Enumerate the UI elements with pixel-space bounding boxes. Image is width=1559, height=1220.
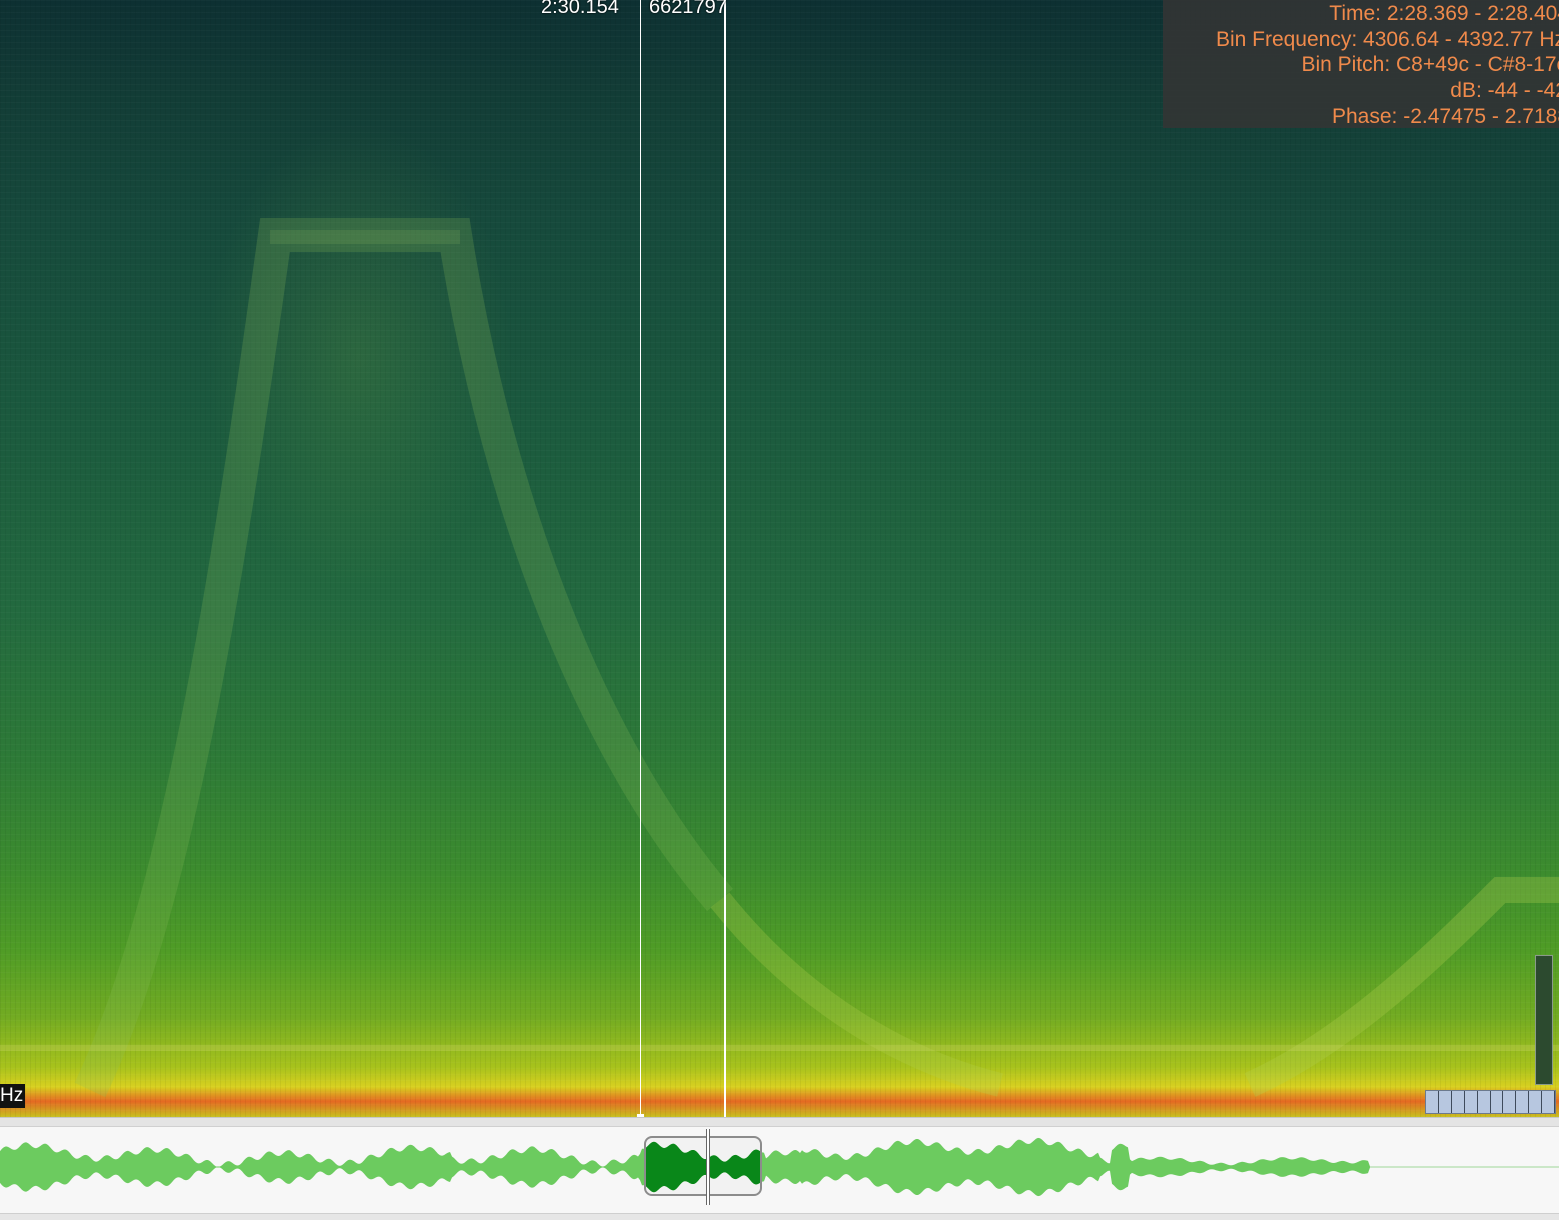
overview-scroll-track[interactable] bbox=[0, 1213, 1559, 1220]
zoom-scale-tick bbox=[1529, 1091, 1543, 1113]
info-db: dB: -44 - -42 bbox=[1450, 79, 1559, 102]
spectrogram-view[interactable]: 2:30.154 6621797 Time: 2:28.369 - 2:28.4… bbox=[0, 0, 1559, 1117]
zoom-scale-tick bbox=[1465, 1091, 1478, 1113]
waveform-overview[interactable] bbox=[0, 1126, 1559, 1220]
waveform-envelope bbox=[0, 1137, 1558, 1197]
zoom-scale-tick bbox=[1452, 1091, 1465, 1113]
spectrogram-harmonics bbox=[0, 218, 1559, 1098]
selection-end-line[interactable] bbox=[724, 0, 726, 1117]
low-band bbox=[0, 1045, 1559, 1051]
zoom-scale-tick bbox=[1516, 1091, 1530, 1113]
harmonic-sweep-right bbox=[710, 892, 1003, 1097]
info-time: Time: 2:28.369 - 2:28.404 bbox=[1329, 2, 1559, 25]
plateau-band bbox=[270, 230, 460, 244]
waveform-graph bbox=[0, 1137, 1559, 1197]
cursor-time-label: 2:30.154 bbox=[541, 0, 619, 18]
cursor-sample-label: 6621797 bbox=[649, 0, 727, 18]
zoom-scale-tick bbox=[1503, 1091, 1517, 1113]
harmonic-sweep-end bbox=[1244, 877, 1559, 1097]
zoom-scale-tick bbox=[1542, 1091, 1556, 1113]
info-bin-frequency: Bin Frequency: 4306.64 - 4392.77 Hz bbox=[1215, 28, 1559, 51]
selection-start-line[interactable] bbox=[637, 0, 644, 1117]
zoom-scale-tick bbox=[1439, 1091, 1452, 1113]
harmonic-sweep-left bbox=[74, 218, 733, 1098]
zoom-scale-tick bbox=[1426, 1091, 1439, 1113]
overview-viewport-box[interactable] bbox=[644, 1136, 762, 1196]
zoom-scale-control[interactable] bbox=[1425, 1090, 1556, 1114]
frequency-unit-label: Hz bbox=[0, 1084, 26, 1108]
zoom-scale-tick bbox=[1478, 1091, 1491, 1113]
zoom-scale-tick bbox=[1491, 1091, 1504, 1113]
overview-playhead[interactable] bbox=[706, 1129, 710, 1205]
inspector-panel: Time: 2:28.369 - 2:28.404 Bin Frequency:… bbox=[1163, 0, 1559, 128]
info-phase: Phase: -2.47475 - 2.7188 bbox=[1331, 105, 1559, 128]
info-bin-pitch: Bin Pitch: C8+49c - C#8-17c bbox=[1301, 53, 1559, 76]
panel-separator[interactable] bbox=[0, 1117, 1559, 1126]
level-meter bbox=[1535, 955, 1553, 1085]
